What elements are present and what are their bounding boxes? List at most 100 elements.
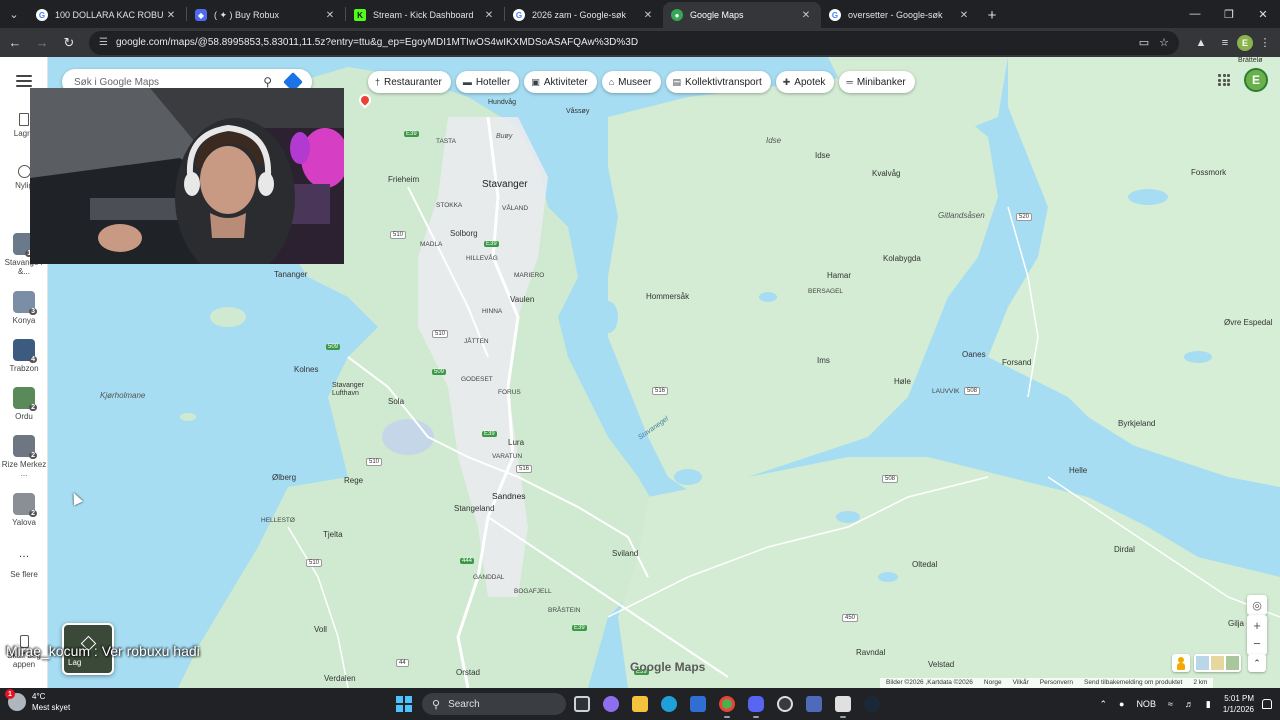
extensions-icon[interactable]: ▲: [1189, 31, 1213, 55]
obs-icon[interactable]: [775, 692, 795, 716]
close-tab-icon[interactable]: ✕: [482, 10, 496, 21]
copilot-icon[interactable]: [601, 692, 621, 716]
road-shield: 510: [432, 330, 449, 338]
address-bar[interactable]: ☰ google.com/maps/@58.8995853,5.83011,11…: [89, 30, 1179, 55]
maximize-icon[interactable]: ❐: [1212, 0, 1246, 28]
close-tab-icon[interactable]: ✕: [957, 10, 971, 21]
zoom-in-icon[interactable]: +: [1253, 617, 1261, 635]
tab-robux-price[interactable]: G 100 DOLLARA KAC ROBUX ALIN ✕: [28, 2, 186, 28]
chip-label: Apotek: [794, 76, 826, 88]
bookmark-star-icon[interactable]: ☆: [1159, 36, 1169, 49]
map-thumb[interactable]: [1196, 656, 1209, 670]
tab-google-maps[interactable]: ● Google Maps ✕: [663, 2, 821, 28]
discord-icon[interactable]: [746, 692, 766, 718]
chip-hotels[interactable]: ▬ Hoteller: [455, 71, 520, 93]
notification-bell-icon[interactable]: [1262, 699, 1272, 709]
volume-icon[interactable]: ♬: [1185, 699, 1194, 709]
tab-title: 100 DOLLARA KAC ROBUX ALIN: [55, 10, 164, 20]
forward-icon[interactable]: →: [30, 31, 54, 55]
tab-2026-zam[interactable]: G 2026 zam - Google-søk ✕: [505, 2, 663, 28]
zoom-out-icon[interactable]: −: [1253, 635, 1261, 653]
street-view-pegman-icon[interactable]: [1172, 654, 1190, 672]
chip-activities[interactable]: ▣ Aktiviteter: [524, 71, 597, 93]
my-location-button[interactable]: ◎: [1247, 595, 1267, 615]
store-icon[interactable]: [688, 692, 708, 716]
new-tab-button[interactable]: +: [979, 2, 1005, 28]
rail-recent-item[interactable]: 2 Ordu: [0, 387, 48, 421]
account-avatar[interactable]: E: [1244, 68, 1268, 92]
profile-avatar[interactable]: E: [1237, 34, 1253, 51]
task-view-icon[interactable]: [572, 692, 592, 716]
wifi-icon[interactable]: ≈: [1168, 699, 1173, 709]
tab-search-button[interactable]: ⌄: [0, 0, 28, 28]
pharmacy-icon: ✚: [782, 76, 791, 87]
footer-link[interactable]: Vilkår: [1013, 679, 1029, 687]
expand-icon[interactable]: ⌃: [1248, 654, 1266, 672]
place-label: Kvalvåg: [872, 169, 901, 178]
fork-knife-icon: †: [375, 77, 381, 87]
chip-atm[interactable]: ═ Minibanker: [839, 71, 915, 93]
map-thumb[interactable]: [1226, 656, 1239, 670]
chip-pharmacy[interactable]: ✚ Apotek: [775, 71, 835, 93]
search-icon[interactable]: ⚲: [263, 75, 272, 89]
scale-bar[interactable]: 2 km: [1193, 679, 1207, 687]
reload-icon[interactable]: ↻: [57, 31, 81, 55]
place-label: Oanes: [962, 350, 986, 359]
place-label: VÅLAND: [502, 205, 529, 212]
minimize-icon[interactable]: —: [1178, 0, 1212, 28]
tab-buy-robux[interactable]: ◆ ( ✦ ) Buy Robux ✕: [187, 2, 345, 28]
lake: [836, 511, 860, 523]
rail-more[interactable]: … Se flere: [0, 545, 48, 579]
install-app-icon[interactable]: ▭: [1139, 36, 1149, 49]
google-apps-icon[interactable]: [1218, 74, 1230, 86]
close-tab-icon[interactable]: ✕: [323, 10, 337, 21]
weather-widget[interactable]: 1 4°C Mest skyet: [5, 689, 70, 713]
tab-oversetter[interactable]: G oversetter - Google-søk ✕: [821, 2, 979, 28]
museum-icon: ⌂: [608, 77, 615, 87]
edge-icon[interactable]: [659, 692, 679, 716]
chip-museums[interactable]: ⌂ Museer: [601, 71, 661, 93]
clock[interactable]: 5:01 PM 1/1/2026: [1223, 693, 1254, 715]
rail-recent-item[interactable]: 2 Rize Merkez ...: [0, 435, 48, 478]
robux-icon: ◆: [195, 9, 207, 21]
taskbar-search[interactable]: ⚲ Search: [422, 693, 566, 715]
search-input[interactable]: Søk i Google Maps: [74, 77, 263, 88]
close-window-icon[interactable]: ✕: [1246, 0, 1280, 28]
roblox-icon[interactable]: [833, 692, 853, 718]
url-text[interactable]: google.com/maps/@58.8995853,5.83011,11.5…: [116, 37, 1129, 48]
rail-recent-item[interactable]: 2 Yalova: [0, 493, 48, 527]
rail-recent-item[interactable]: 4 Trabzon: [0, 339, 48, 373]
rail-recent-item[interactable]: 3 Konya: [0, 291, 48, 325]
windows-taskbar: 1 4°C Mest skyet ⚲ Search ⌃ ● NOB ≈ ♬ ▮ …: [0, 688, 1280, 720]
chrome-icon[interactable]: [717, 692, 737, 718]
media-icon[interactable]: ≡: [1213, 31, 1237, 55]
map-footer: Bilder ©2026 ,Kartdata ©2026 Norge Vilkå…: [880, 678, 1214, 688]
chip-restaurants[interactable]: † Restauranter: [368, 71, 451, 93]
chip-transit[interactable]: ▤ Kollektivtransport: [665, 71, 771, 93]
back-icon[interactable]: ←: [3, 31, 27, 55]
menu-dots-icon[interactable]: ⋮: [1253, 31, 1277, 55]
site-info-icon[interactable]: ☰: [99, 37, 108, 48]
place-label: Ravndal: [856, 648, 886, 657]
calculator-icon[interactable]: [804, 692, 824, 716]
footer-link[interactable]: Send tilbakemelding om produktet: [1084, 679, 1182, 687]
place-label: BRÅSTEIN: [548, 607, 581, 614]
footer-link[interactable]: Personvern: [1040, 679, 1073, 687]
place-label: Forsand: [1002, 358, 1032, 367]
file-explorer-icon[interactable]: [630, 692, 650, 716]
map-type-thumbnails[interactable]: [1194, 654, 1241, 672]
windows-start-icon[interactable]: [396, 696, 412, 712]
language-indicator[interactable]: NOB: [1136, 699, 1156, 709]
microphone-icon[interactable]: ●: [1119, 699, 1124, 709]
cloud-icon: 1: [5, 689, 26, 711]
footer-link[interactable]: Norge: [984, 679, 1002, 687]
map-thumb[interactable]: [1211, 656, 1224, 670]
tab-kick-dashboard[interactable]: K Stream - Kick Dashboard ✕: [346, 2, 504, 28]
battery-icon[interactable]: ▮: [1206, 699, 1211, 710]
close-tab-icon[interactable]: ✕: [641, 10, 655, 21]
chevron-up-icon[interactable]: ⌃: [1099, 699, 1107, 710]
steam-icon[interactable]: [862, 692, 882, 716]
stream-chat-overlay: Mirae_kocum : Ver robuxu hadi: [6, 643, 200, 659]
close-tab-icon[interactable]: ✕: [799, 10, 813, 21]
close-tab-icon[interactable]: ✕: [164, 10, 178, 21]
